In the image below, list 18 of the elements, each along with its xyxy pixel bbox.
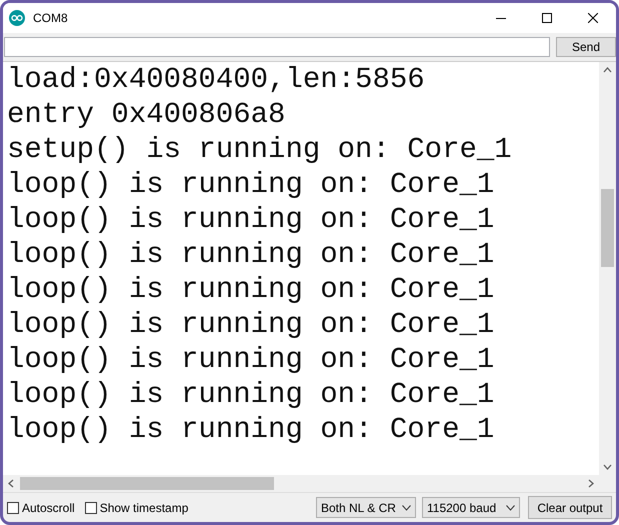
output-line: loop() is running on: Core_1 xyxy=(7,237,496,272)
checkbox-label: Autoscroll xyxy=(22,500,75,514)
output-line: setup() is running on: Core_1 xyxy=(7,132,513,167)
output-line: load:0x40080400,len:5856 xyxy=(7,62,426,97)
clear-output-button[interactable]: Clear output xyxy=(528,496,612,519)
output-line: loop() is running on: Core_1 xyxy=(7,412,496,447)
output-line: loop() is running on: Core_1 xyxy=(7,377,496,412)
send-button[interactable]: Send xyxy=(556,37,616,57)
window-title: COM8 xyxy=(33,11,69,25)
output-line: loop() is running on: Core_1 xyxy=(7,272,496,307)
output-line: loop() is running on: Core_1 xyxy=(7,167,496,202)
baud-rate-dropdown[interactable]: 115200 baud xyxy=(422,497,520,518)
output-line: loop() is running on: Core_1 xyxy=(7,342,496,377)
output-line: loop() is running on: Core_1 xyxy=(7,202,496,237)
checkbox-label: Show timestamp xyxy=(100,500,188,514)
output-line: entry 0x400806a8 xyxy=(7,97,286,132)
line-ending-dropdown[interactable]: Both NL & CR xyxy=(316,497,416,518)
output-line: loop() is running on: Core_1 xyxy=(7,307,496,342)
